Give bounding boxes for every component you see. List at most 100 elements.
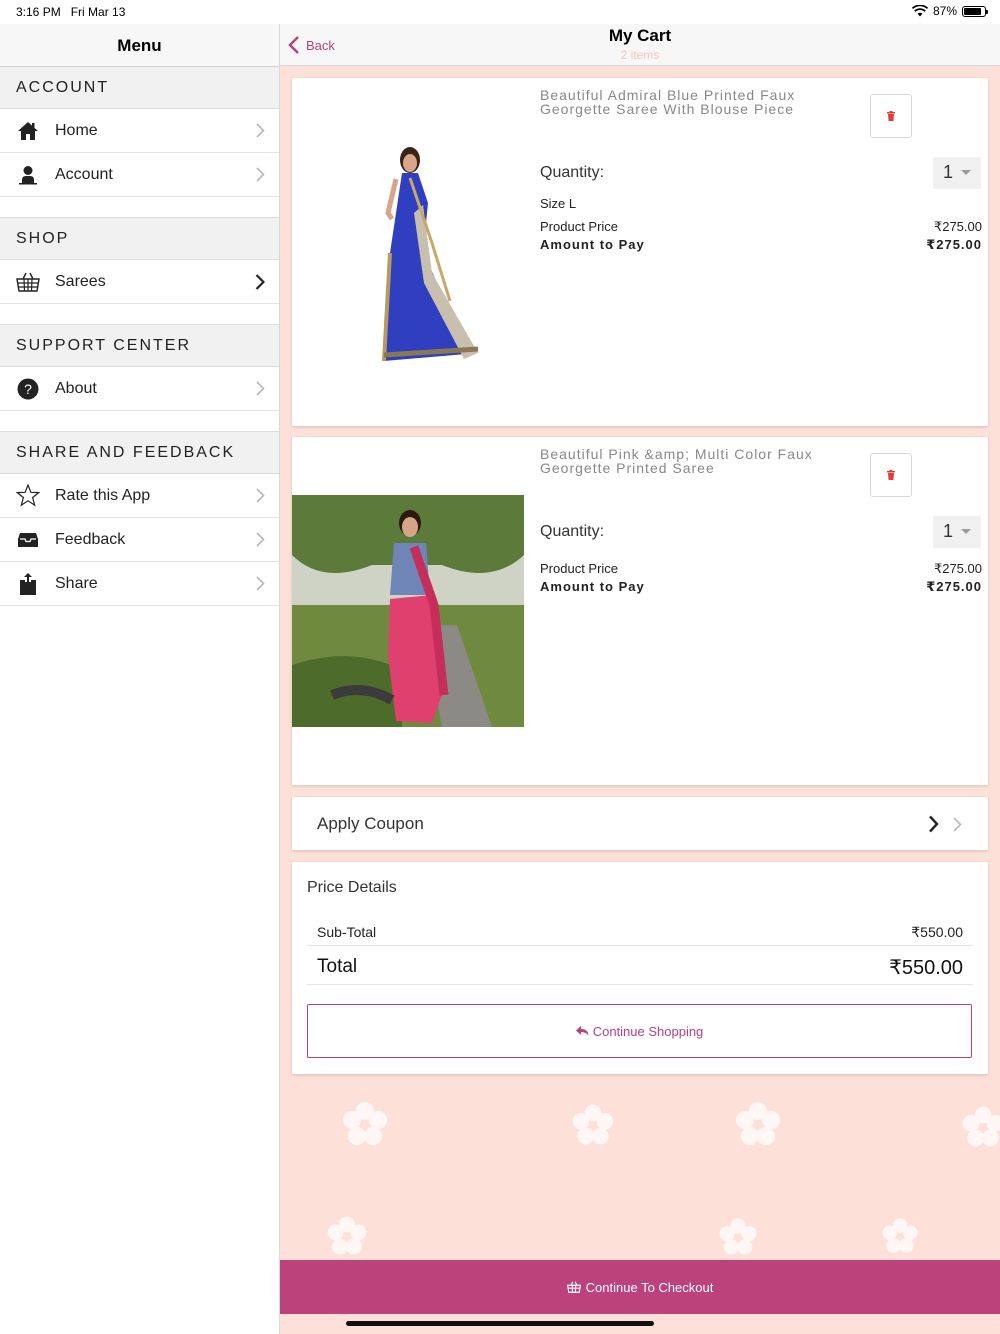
- cart-item: Beautiful Admiral Blue Printed Faux Geor…: [292, 78, 988, 426]
- product-price-value: ₹275.00: [933, 219, 982, 234]
- chevron-right-icon: [256, 488, 265, 503]
- amount-to-pay-value: ₹275.00: [926, 579, 982, 594]
- apply-coupon-row[interactable]: Apply Coupon: [292, 797, 988, 850]
- product-price-label: Product Price: [540, 561, 619, 576]
- section-share: SHARE AND FEEDBACK: [0, 432, 279, 474]
- chevron-right-icon: [255, 274, 265, 290]
- trash-icon: [887, 470, 895, 480]
- star-icon: [16, 484, 40, 508]
- checkout-button[interactable]: Continue To Checkout: [280, 1260, 1000, 1314]
- chevron-right-icon: [256, 576, 265, 591]
- sidebar-menu: Menu ACCOUNT Home Account SHOP Sarees SU…: [0, 24, 280, 1334]
- sidebar-item-about[interactable]: ? About: [0, 367, 279, 411]
- inbox-icon: [16, 528, 40, 552]
- chevron-right-icon: [256, 532, 265, 547]
- section-support: SUPPORT CENTER: [0, 325, 279, 367]
- chevron-right-icon: [256, 381, 265, 396]
- size-label: Size L: [540, 196, 577, 211]
- chevron-down-icon: [961, 529, 971, 534]
- flower-pattern-icon: [343, 1102, 387, 1145]
- trash-icon: [887, 111, 895, 121]
- sidebar-item-account[interactable]: Account: [0, 153, 279, 197]
- sidebar-item-label: Account: [55, 165, 113, 183]
- continue-shopping-button[interactable]: Continue Shopping: [307, 1004, 972, 1058]
- sidebar-item-label: Share: [55, 574, 98, 592]
- status-time: 3:16 PM Fri Mar 13: [16, 5, 126, 19]
- chevron-down-icon: [961, 170, 971, 175]
- product-name[interactable]: Beautiful Admiral Blue Printed Faux Geor…: [540, 88, 840, 116]
- home-icon: [16, 119, 40, 143]
- flower-pattern-icon: [736, 1102, 780, 1145]
- help-icon: ?: [16, 377, 40, 401]
- status-bar: 3:16 PM Fri Mar 13 87%: [0, 0, 1000, 24]
- subtotal-row: Sub-Total ₹550.00: [307, 914, 973, 946]
- home-indicator[interactable]: [346, 1321, 654, 1326]
- user-icon: [16, 163, 40, 187]
- section-spacer: [0, 411, 279, 432]
- product-image-blue-saree: [292, 133, 524, 365]
- apply-coupon-label: Apply Coupon: [317, 814, 424, 833]
- total-label: Total: [317, 956, 358, 977]
- product-name[interactable]: Beautiful Pink &amp; Multi Color Faux Ge…: [540, 447, 840, 475]
- quantity-value: 1: [943, 162, 954, 182]
- flower-pattern-icon: [572, 1104, 614, 1145]
- battery-percent: 87%: [932, 4, 957, 18]
- sidebar-item-share[interactable]: Share: [0, 562, 279, 606]
- sidebar-title: Menu: [0, 24, 279, 67]
- price-details-card: Price Details Sub-Total ₹550.00 Total ₹5…: [292, 862, 988, 1074]
- basket-icon: [566, 1281, 581, 1293]
- sidebar-item-label: Rate this App: [55, 486, 151, 504]
- svg-text:?: ?: [24, 381, 32, 397]
- total-value: ₹550.00: [889, 957, 963, 979]
- total-row: Total ₹550.00: [307, 947, 973, 985]
- sidebar-item-label: Sarees: [55, 272, 106, 290]
- quantity-select[interactable]: 1: [933, 157, 981, 189]
- flower-pattern-icon: [962, 1106, 1000, 1147]
- flower-pattern-icon: [719, 1218, 757, 1255]
- cart-item: Beautiful Pink &amp; Multi Color Faux Ge…: [292, 437, 988, 785]
- sidebar-item-label: Home: [55, 121, 98, 139]
- basket-icon: [16, 270, 40, 294]
- continue-shopping-label: Continue Shopping: [592, 1023, 704, 1039]
- section-account: ACCOUNT: [0, 67, 279, 109]
- amount-to-pay-label: Amount to Pay: [540, 237, 645, 252]
- status-right: 87%: [911, 4, 988, 18]
- quantity-label: Quantity:: [540, 523, 605, 540]
- nav-bar: Back My Cart 2 items: [280, 24, 1000, 66]
- sidebar-item-label: About: [55, 379, 97, 397]
- wifi-icon: [911, 5, 928, 17]
- battery-icon: [962, 5, 988, 17]
- amount-to-pay-label: Amount to Pay: [540, 579, 645, 594]
- section-shop: SHOP: [0, 218, 279, 260]
- quantity-label: Quantity:: [540, 164, 605, 181]
- quantity-value: 1: [943, 521, 954, 541]
- sidebar-item-sarees[interactable]: Sarees: [0, 260, 279, 304]
- chevron-right-icon: [256, 123, 265, 138]
- flower-pattern-icon: [882, 1218, 918, 1253]
- reply-icon: [575, 1026, 589, 1036]
- item-count: 2 items: [620, 48, 660, 62]
- subtotal-label: Sub-Total: [317, 924, 377, 940]
- sidebar-item-label: Feedback: [55, 530, 126, 548]
- page-title: My Cart: [608, 26, 672, 45]
- section-spacer: [0, 304, 279, 325]
- price-details-title: Price Details: [307, 879, 397, 896]
- product-price-value: ₹275.00: [933, 561, 982, 576]
- chevron-right-icon: [929, 815, 939, 833]
- flower-pattern-icon: [327, 1216, 367, 1255]
- product-image-pink-saree: [292, 495, 524, 727]
- delete-item-button[interactable]: [870, 453, 912, 497]
- sidebar-item-home[interactable]: Home: [0, 109, 279, 153]
- checkout-label: Continue To Checkout: [585, 1279, 714, 1295]
- sidebar-item-feedback[interactable]: Feedback: [0, 518, 279, 562]
- sidebar-item-rate[interactable]: Rate this App: [0, 474, 279, 518]
- chevron-right-icon: [953, 817, 962, 832]
- product-price-label: Product Price: [540, 219, 619, 234]
- delete-item-button[interactable]: [870, 94, 912, 138]
- share-icon: [16, 572, 40, 596]
- quantity-select[interactable]: 1: [933, 516, 981, 548]
- cart-pane: Back My Cart 2 items Beautiful Admiral B…: [280, 24, 1000, 1334]
- subtotal-value: ₹550.00: [911, 924, 963, 940]
- amount-to-pay-value: ₹275.00: [926, 237, 982, 252]
- chevron-right-icon: [256, 167, 265, 182]
